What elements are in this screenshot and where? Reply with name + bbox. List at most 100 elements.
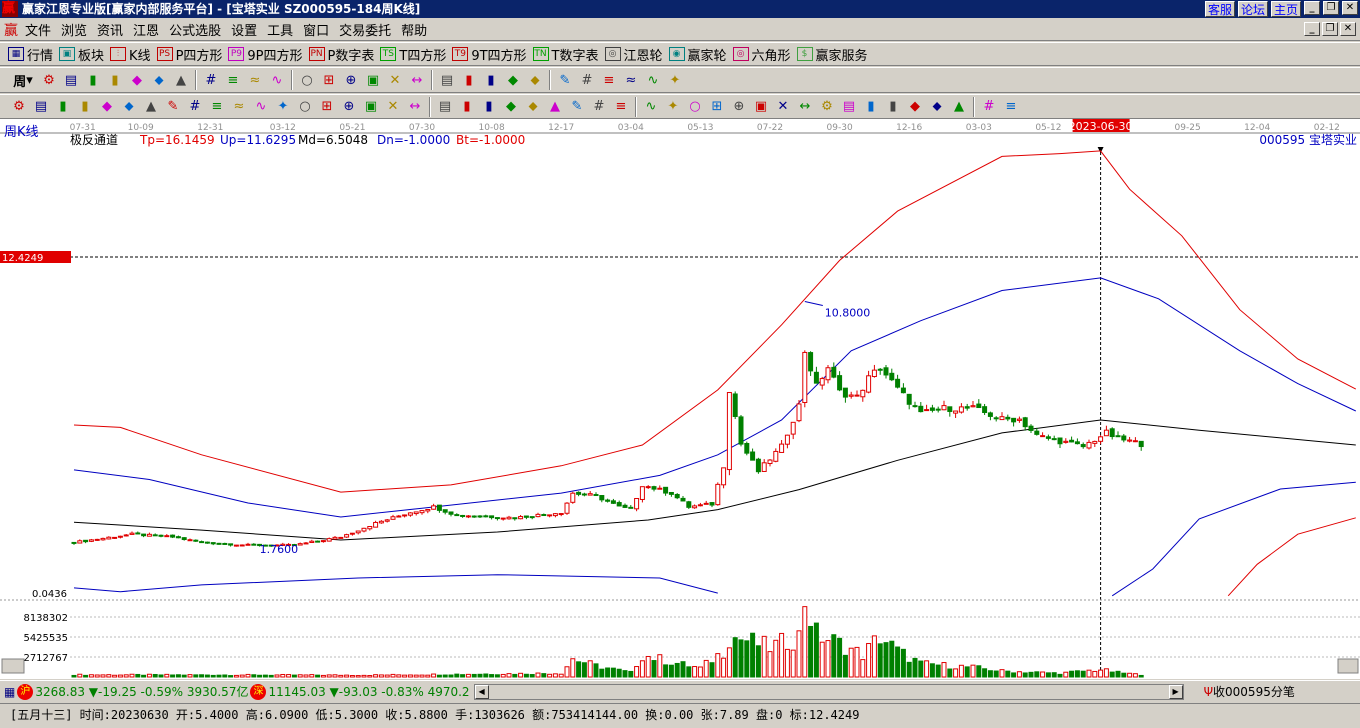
period-select[interactable]: 周 ▾: [8, 69, 38, 91]
diamond-lr-icon[interactable]: ⊕: [340, 69, 362, 91]
n2-icon[interactable]: ≡: [206, 96, 228, 118]
last-icon[interactable]: ≡: [222, 69, 244, 91]
print-icon[interactable]: ✦: [664, 69, 686, 91]
menu-item-8[interactable]: 交易委托: [334, 24, 396, 39]
square-icon[interactable]: ○: [294, 96, 316, 118]
ji-icon[interactable]: ⬥: [148, 69, 170, 91]
scroll-right-button[interactable]: ▶: [1168, 684, 1183, 699]
restore-button[interactable]: ❐: [1323, 1, 1339, 15]
toolbar-button-0[interactable]: ▦ 行情: [8, 45, 53, 64]
report-icon[interactable]: ≡: [598, 69, 620, 91]
table-icon[interactable]: ∿: [640, 96, 662, 118]
menu-item-5[interactable]: 设置: [226, 24, 262, 39]
box-icon[interactable]: ▤: [434, 96, 456, 118]
ying-icon[interactable]: ▣: [360, 96, 382, 118]
child-restore-button[interactable]: ❐: [1322, 22, 1338, 36]
angle-icon[interactable]: ≈: [228, 96, 250, 118]
ying-fan-icon[interactable]: ⬥: [926, 96, 948, 118]
toolbar-button-10[interactable]: ◉ 赢家轮: [668, 45, 727, 64]
color-chart-icon[interactable]: ▲: [170, 69, 192, 91]
save-icon[interactable]: ≈: [620, 69, 642, 91]
calendar-icon[interactable]: ✎: [554, 69, 576, 91]
diamond-ud-icon[interactable]: ↔: [406, 69, 428, 91]
gold-line2-icon[interactable]: ⚙: [816, 96, 838, 118]
menu-item-4[interactable]: 公式选股: [164, 24, 226, 39]
toolbar-button-3[interactable]: PS P四方形: [156, 45, 222, 64]
child-close-button[interactable]: ✕: [1340, 22, 1356, 36]
minimize-button[interactable]: _: [1304, 1, 1320, 15]
pct-icon[interactable]: ✦: [662, 96, 684, 118]
ruler-icon[interactable]: ✕: [382, 96, 404, 118]
scroll-left-button[interactable]: ◀: [474, 684, 489, 699]
tick-detail-label[interactable]: 收000595分笔: [1213, 683, 1295, 700]
close-button[interactable]: ✕: [1342, 1, 1358, 15]
shen-icon[interactable]: ⊕: [338, 96, 360, 118]
horizontal-scrollbar[interactable]: ◀ ▶: [473, 683, 1184, 700]
menu-item-3[interactable]: 江恩: [128, 24, 164, 39]
menu-item-7[interactable]: 窗口: [298, 24, 334, 39]
gold-circle-icon[interactable]: ⊕: [728, 96, 750, 118]
toolbar-button-11[interactable]: ◎ 六角形: [732, 45, 791, 64]
grid2-icon[interactable]: ✎: [566, 96, 588, 118]
link-forum[interactable]: 论坛: [1237, 1, 1268, 17]
toolbar-button-9[interactable]: ◎ 江恩轮: [604, 45, 663, 64]
doc-icon[interactable]: ▤: [60, 69, 82, 91]
pct-line-icon[interactable]: ⊞: [706, 96, 728, 118]
toolbar-button-7[interactable]: T9 9T四方形: [452, 45, 527, 64]
star-icon[interactable]: ✦: [272, 96, 294, 118]
settings-icon[interactable]: ⚙: [38, 69, 60, 91]
toolbar-button-5[interactable]: PN P数字表: [308, 45, 374, 64]
toolbar-button-2[interactable]: ⫶ K线: [110, 45, 151, 64]
circle-icon[interactable]: ✎: [162, 96, 184, 118]
grid-icon[interactable]: ▤: [30, 96, 52, 118]
toolbar-button-6[interactable]: TS T四方形: [380, 45, 446, 64]
diamond-right-icon[interactable]: ⊞: [318, 69, 340, 91]
hand-icon[interactable]: ▤: [436, 69, 458, 91]
v-icon[interactable]: ▲: [544, 96, 566, 118]
diamond-star-icon[interactable]: ✕: [384, 69, 406, 91]
left-icon[interactable]: ≈: [244, 69, 266, 91]
menu-item-0[interactable]: 文件: [20, 24, 56, 39]
pen2-icon[interactable]: ▲: [140, 96, 162, 118]
candle-type-icon[interactable]: ◆: [126, 69, 148, 91]
gold2-icon[interactable]: ▮: [74, 96, 96, 118]
chart-area[interactable]: 07-31 10-09 12-31 03-12 05-21 07-30 10-08 12-17…: [0, 119, 1360, 679]
si-fan-icon[interactable]: ▲: [948, 96, 970, 118]
gold-line-icon[interactable]: ▣: [750, 96, 772, 118]
zoom-out-button[interactable]: [1337, 658, 1359, 674]
f-fan-icon[interactable]: ▮: [860, 96, 882, 118]
menu-item-9[interactable]: 帮助: [396, 24, 432, 39]
fan2-icon[interactable]: ▤: [838, 96, 860, 118]
link-home[interactable]: 主页: [1270, 1, 1301, 17]
gold1-icon[interactable]: ▮: [52, 96, 74, 118]
pattern2-icon[interactable]: ⬥: [524, 69, 546, 91]
toolbar-button-4[interactable]: P9 9P四方形: [228, 45, 303, 64]
zigzag-icon[interactable]: ▮: [480, 69, 502, 91]
lines-icon[interactable]: ⊞: [316, 96, 338, 118]
bar-9-icon[interactable]: ▮: [104, 69, 126, 91]
fib-icon[interactable]: ◆: [96, 96, 118, 118]
spiral-icon[interactable]: ⬥: [118, 96, 140, 118]
taiji-icon[interactable]: #: [978, 96, 1000, 118]
hash-icon[interactable]: #: [184, 96, 206, 118]
toolbar-button-8[interactable]: TN T数字表: [532, 45, 599, 64]
arrow-range-icon[interactable]: ↔: [404, 96, 426, 118]
diamond-x-icon[interactable]: ▣: [362, 69, 384, 91]
diamond-left-icon[interactable]: ○: [296, 69, 318, 91]
parallel-icon[interactable]: ≡: [610, 96, 632, 118]
crosshair-icon[interactable]: ▮: [458, 69, 480, 91]
menu-item-6[interactable]: 工具: [262, 24, 298, 39]
grid3-icon[interactable]: #: [588, 96, 610, 118]
kline-chart[interactable]: 07-31 10-09 12-31 03-12 05-21 07-30 10-08 12-17…: [0, 119, 1360, 679]
gold-fan-icon[interactable]: ▮: [882, 96, 904, 118]
angle2-icon[interactable]: ⬥: [522, 96, 544, 118]
pen3-icon[interactable]: ✕: [772, 96, 794, 118]
quote-table-icon[interactable]: ▦: [4, 685, 15, 699]
gann-box2-icon[interactable]: ◆: [500, 96, 522, 118]
menu-item-2[interactable]: 资讯: [92, 24, 128, 39]
calculator-icon[interactable]: #: [576, 69, 598, 91]
right-icon[interactable]: ∿: [266, 69, 288, 91]
child-minimize-button[interactable]: _: [1304, 22, 1320, 36]
percent-icon[interactable]: ○: [684, 96, 706, 118]
target-icon[interactable]: ∿: [250, 96, 272, 118]
